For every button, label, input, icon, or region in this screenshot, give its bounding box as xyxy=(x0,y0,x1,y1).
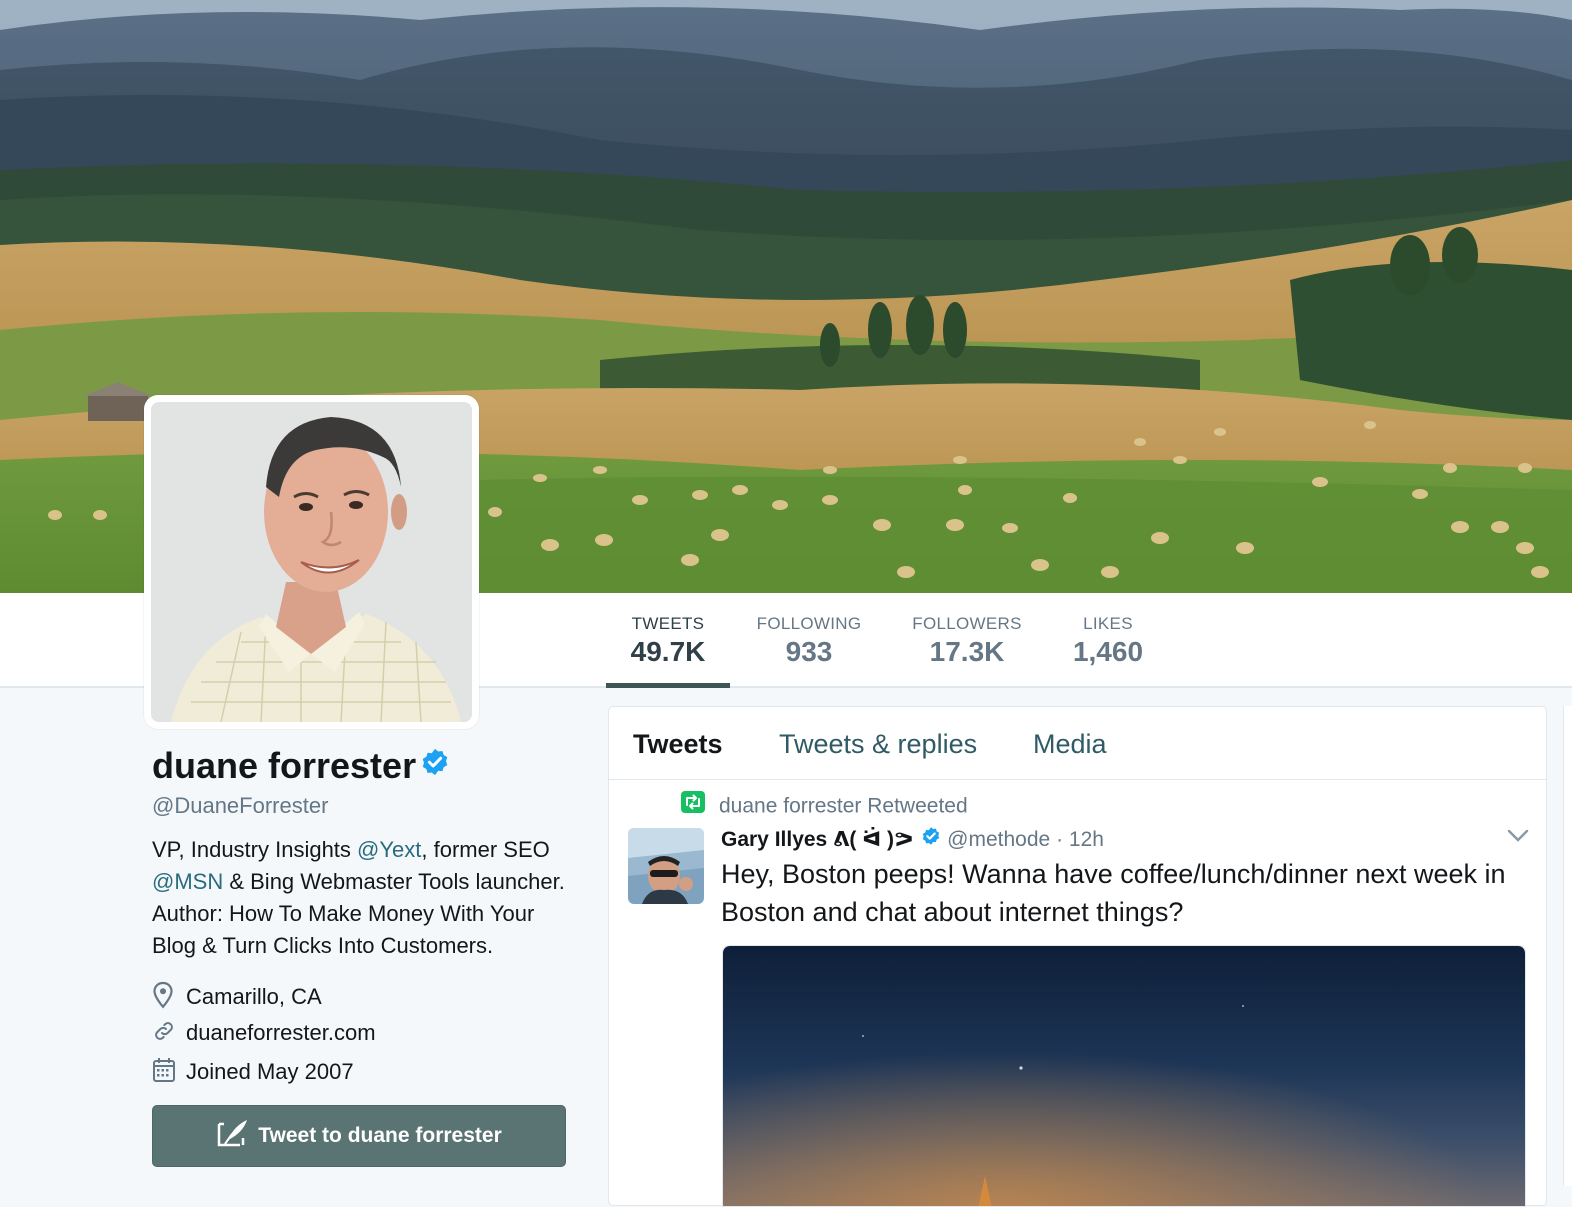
tweet-timestamp[interactable]: · 12h xyxy=(1056,828,1104,851)
profile-bio: VP, Industry Insights @Yext, former SEO … xyxy=(152,834,582,962)
avatar-photo xyxy=(151,402,472,722)
stat-value: 17.3K xyxy=(929,636,1005,667)
timeline-tabs: Tweets Tweets & replies Media xyxy=(609,707,1546,780)
calendar-icon xyxy=(152,1057,178,1089)
link-icon xyxy=(152,1019,178,1049)
tweet-to-button[interactable]: Tweet to duane forrester xyxy=(152,1105,566,1167)
stat-likes[interactable]: LIKES 1,460 xyxy=(1064,593,1152,688)
stat-followers[interactable]: FOLLOWERS 17.3K xyxy=(902,593,1032,688)
bio-link-yext[interactable]: @Yext xyxy=(357,837,421,862)
stat-label: FOLLOWING xyxy=(756,614,862,633)
profile-avatar[interactable] xyxy=(144,395,479,729)
tweet-author-name[interactable]: Gary Illyes ᕕ( ᐛ )ᕗ xyxy=(721,828,913,851)
right-column-edge xyxy=(1563,706,1572,1186)
tweet-author-handle[interactable]: @methode xyxy=(947,828,1050,851)
location-pin-icon xyxy=(152,981,178,1015)
stat-following[interactable]: FOLLOWING 933 xyxy=(746,593,872,688)
stat-value: 1,460 xyxy=(1072,636,1144,667)
tweet-author-avatar[interactable] xyxy=(628,828,704,904)
stat-label: FOLLOWERS xyxy=(912,614,1022,633)
bio-link-msn[interactable]: @MSN xyxy=(152,869,223,894)
verified-badge-icon xyxy=(420,744,450,786)
profile-website: duaneforrester.com xyxy=(152,1019,376,1049)
stat-label: TWEETS xyxy=(631,614,705,633)
joined-text: Joined May 2007 xyxy=(186,1058,354,1084)
profile-name-text: duane forrester xyxy=(152,745,417,786)
tab-tweets[interactable]: Tweets xyxy=(633,729,723,760)
bio-text: VP, Industry Insights xyxy=(152,837,358,862)
stat-value: 49.7K xyxy=(630,636,706,667)
stat-tweets[interactable]: TWEETS 49.7K xyxy=(606,593,730,688)
night-sky-photo xyxy=(723,946,1525,1206)
verified-badge-icon xyxy=(921,826,941,852)
retweet-context: duane forrester Retweeted xyxy=(681,791,968,821)
compose-quill-icon xyxy=(216,1118,258,1154)
retweet-label: duane forrester Retweeted xyxy=(719,794,968,818)
profile-joined: Joined May 2007 xyxy=(152,1057,354,1089)
stat-value: 933 xyxy=(785,636,833,667)
tweet-text: Hey, Boston peeps! Wanna have coffee/lun… xyxy=(721,859,1506,927)
chevron-down-icon[interactable] xyxy=(1507,829,1529,848)
website-link[interactable]: duaneforrester.com xyxy=(186,1020,376,1045)
timeline-panel: Tweets Tweets & replies Media duane forr… xyxy=(608,706,1547,1207)
author-photo xyxy=(628,828,704,904)
tab-tweets-replies[interactable]: Tweets & replies xyxy=(779,729,977,760)
bio-text: , former SEO xyxy=(421,837,550,862)
profile-location: Camarillo, CA xyxy=(152,981,322,1015)
tweet-header: Gary Illyes ᕕ( ᐛ )ᕗ @methode · 12h xyxy=(721,827,1104,853)
profile-name[interactable]: duane forrester xyxy=(152,745,450,789)
retweet-icon xyxy=(681,791,705,819)
stat-label: LIKES xyxy=(1083,614,1133,633)
location-text: Camarillo, CA xyxy=(186,983,322,1009)
tweet-media[interactable] xyxy=(722,945,1526,1207)
tweet-to-label: Tweet to duane forrester xyxy=(258,1124,502,1147)
tab-media[interactable]: Media xyxy=(1033,729,1107,760)
profile-handle[interactable]: @DuaneForrester xyxy=(152,793,328,819)
